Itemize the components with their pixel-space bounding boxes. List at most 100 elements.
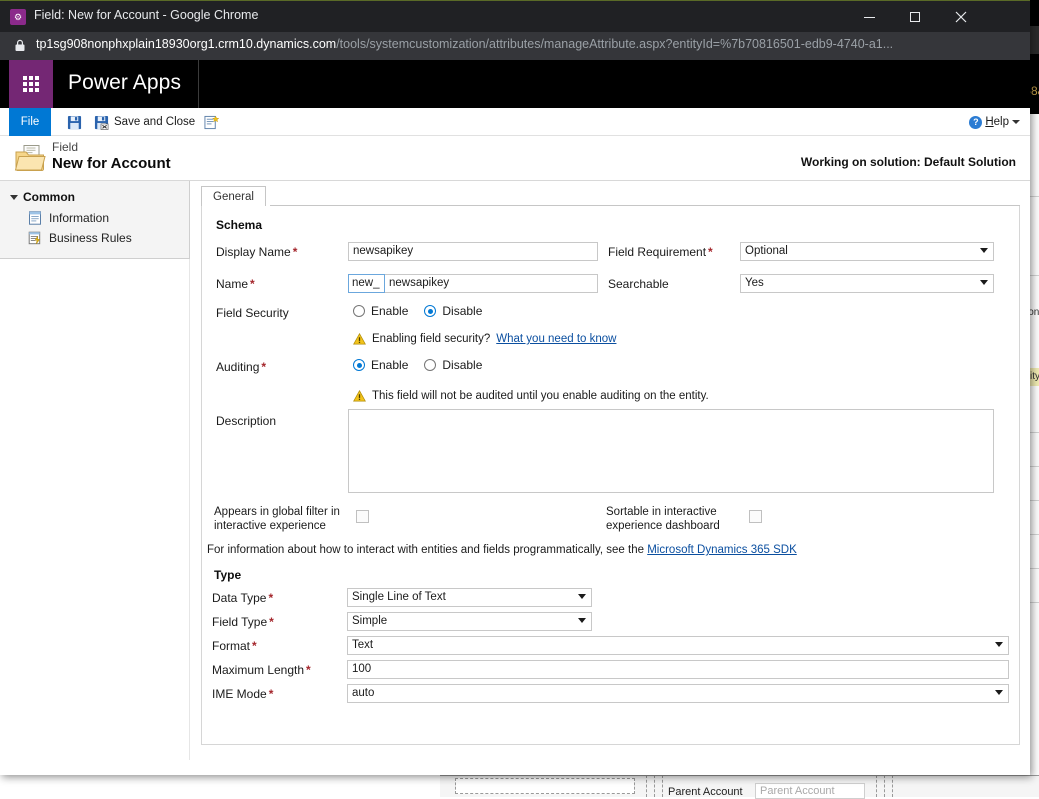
waffle-menu-button[interactable] [9, 60, 53, 108]
power-apps-favicon-icon: ⚙ [10, 9, 26, 25]
field-security-warning: Enabling field security? What you need t… [353, 333, 616, 345]
required-asterisk: * [250, 277, 255, 291]
field-requirement-value: Optional [745, 245, 788, 257]
maximum-length-input[interactable]: 100 [347, 660, 1009, 679]
description-textarea[interactable] [348, 409, 994, 493]
radio-unselected-icon [424, 359, 437, 371]
field-security-warning-link[interactable]: What you need to know [496, 333, 616, 345]
sidebar-item-business-rules[interactable]: Business Rules [28, 229, 132, 247]
minimize-icon [863, 16, 875, 18]
field-folder-icon [14, 145, 46, 171]
information-page-icon [29, 211, 41, 225]
file-tab[interactable]: File [9, 108, 51, 136]
sortable-checkbox[interactable] [749, 510, 762, 523]
tab-general[interactable]: General [201, 186, 266, 206]
field-security-enable-option[interactable]: Enable [353, 304, 408, 318]
appbar-divider [198, 60, 199, 108]
maximum-length-label-text: Maximum Length [212, 663, 305, 677]
save-button[interactable] [63, 108, 86, 136]
searchable-select[interactable]: Yes [740, 274, 994, 293]
field-security-disable-label: Disable [442, 304, 483, 318]
content-pane: General Schema Display Name * newsapikey … [191, 181, 1030, 759]
help-icon: ? [969, 115, 983, 129]
favicon-glyph: ⚙ [13, 11, 23, 22]
url-host: tp1sg908nonphxplain18930org1.crm10.dynam… [36, 37, 337, 51]
required-asterisk: * [268, 687, 274, 701]
help-button[interactable]: ? Help [969, 108, 1020, 136]
required-asterisk: * [306, 663, 311, 677]
sdk-note-link[interactable]: Microsoft Dynamics 365 SDK [647, 544, 797, 556]
name-label-text: Name [216, 277, 249, 291]
bg-window-omnibox [1030, 26, 1039, 54]
auditing-warning-text: This field will not be audited until you… [372, 390, 709, 402]
bg-parent-account-label: Parent Account [668, 786, 743, 798]
maximize-button[interactable] [892, 1, 938, 33]
data-type-select[interactable]: Single Line of Text [347, 588, 592, 607]
chevron-down-icon [995, 642, 1003, 647]
format-label: Format * [212, 639, 257, 653]
format-select[interactable]: Text [347, 636, 1009, 655]
name-prefix-input[interactable]: new_ [348, 274, 385, 293]
field-type-select[interactable]: Simple [347, 612, 592, 631]
field-security-warning-text: Enabling field security? [372, 333, 491, 345]
maximum-length-label: Maximum Length * [212, 663, 311, 677]
page-body: Common Information Business Rules Genera… [0, 180, 1030, 760]
warning-triangle-icon [353, 390, 366, 402]
sidebar-item-information[interactable]: Information [28, 209, 109, 227]
new-button[interactable] [200, 108, 223, 136]
bg-dashed-cell-1 [455, 778, 635, 794]
solution-context-label: Working on solution: Default Solution [800, 155, 1016, 169]
name-input[interactable]: newsapikey [385, 274, 598, 293]
display-name-label: Display Name * [216, 245, 297, 259]
close-icon [955, 11, 967, 23]
field-type-label-text: Field Type [212, 615, 268, 629]
sidebar-item-label: Business Rules [49, 231, 132, 245]
chevron-down-icon [980, 248, 988, 253]
global-filter-checkbox[interactable] [356, 510, 369, 523]
ime-mode-select[interactable]: auto [347, 684, 1009, 703]
field-form-panel: Schema Display Name * newsapikey Field Re… [201, 206, 1020, 745]
bg-dashed-sep-3 [662, 775, 663, 797]
nav-group-common[interactable]: Common [10, 190, 75, 204]
global-filter-label: Appears in global filter in interactive … [214, 506, 340, 532]
minimize-button[interactable] [846, 1, 892, 33]
business-rules-icon [28, 231, 41, 245]
data-type-value: Single Line of Text [352, 591, 446, 603]
app-title: Power Apps [68, 71, 182, 94]
chrome-browser-window: ⚙ Field: New for Account - Google Chrome… [0, 0, 1030, 775]
bg-dashed-sep-4 [876, 775, 877, 797]
ime-mode-label-text: IME Mode [212, 687, 267, 701]
url-path: /tools/systemcustomization/attributes/ma… [336, 37, 894, 51]
close-button[interactable] [938, 1, 984, 33]
required-asterisk: * [292, 245, 298, 259]
bg-dashed-sep-2 [654, 775, 655, 797]
nav-group-label: Common [23, 190, 75, 204]
auditing-disable-option[interactable]: Disable [424, 358, 482, 372]
ime-mode-value: auto [352, 687, 375, 699]
auditing-label-text: Auditing [216, 360, 260, 374]
display-name-input[interactable]: newsapikey [348, 242, 598, 261]
bg-window-body [1030, 114, 1039, 797]
sidebar-item-label: Information [49, 211, 110, 225]
ime-mode-label: IME Mode * [212, 687, 273, 701]
auditing-label: Auditing * [216, 360, 266, 374]
tabstrip: General [201, 186, 1020, 206]
browser-address-bar[interactable]: tp1sg908nonphxplain18930org1.crm10.dynam… [0, 32, 1030, 60]
header-kicker: Field [52, 140, 79, 154]
searchable-value: Yes [745, 277, 764, 289]
field-security-disable-option[interactable]: Disable [424, 304, 482, 318]
field-requirement-select[interactable]: Optional [740, 242, 994, 261]
field-security-enable-label: Enable [371, 304, 409, 318]
required-asterisk: * [261, 360, 267, 374]
auditing-enable-option[interactable]: Enable [353, 358, 408, 372]
field-security-label: Field Security [216, 306, 289, 320]
auditing-enable-label: Enable [371, 358, 409, 372]
data-type-label-text: Data Type [212, 591, 267, 605]
chevron-down-icon [1012, 120, 1020, 124]
save-and-close-button[interactable]: Save and Close [90, 108, 199, 136]
lock-icon [15, 39, 25, 51]
field-type-label: Field Type * [212, 615, 274, 629]
maximize-icon [910, 12, 920, 22]
browser-titlebar: ⚙ Field: New for Account - Google Chrome [0, 0, 1030, 32]
field-requirement-label-text: Field Requirement [608, 245, 707, 259]
